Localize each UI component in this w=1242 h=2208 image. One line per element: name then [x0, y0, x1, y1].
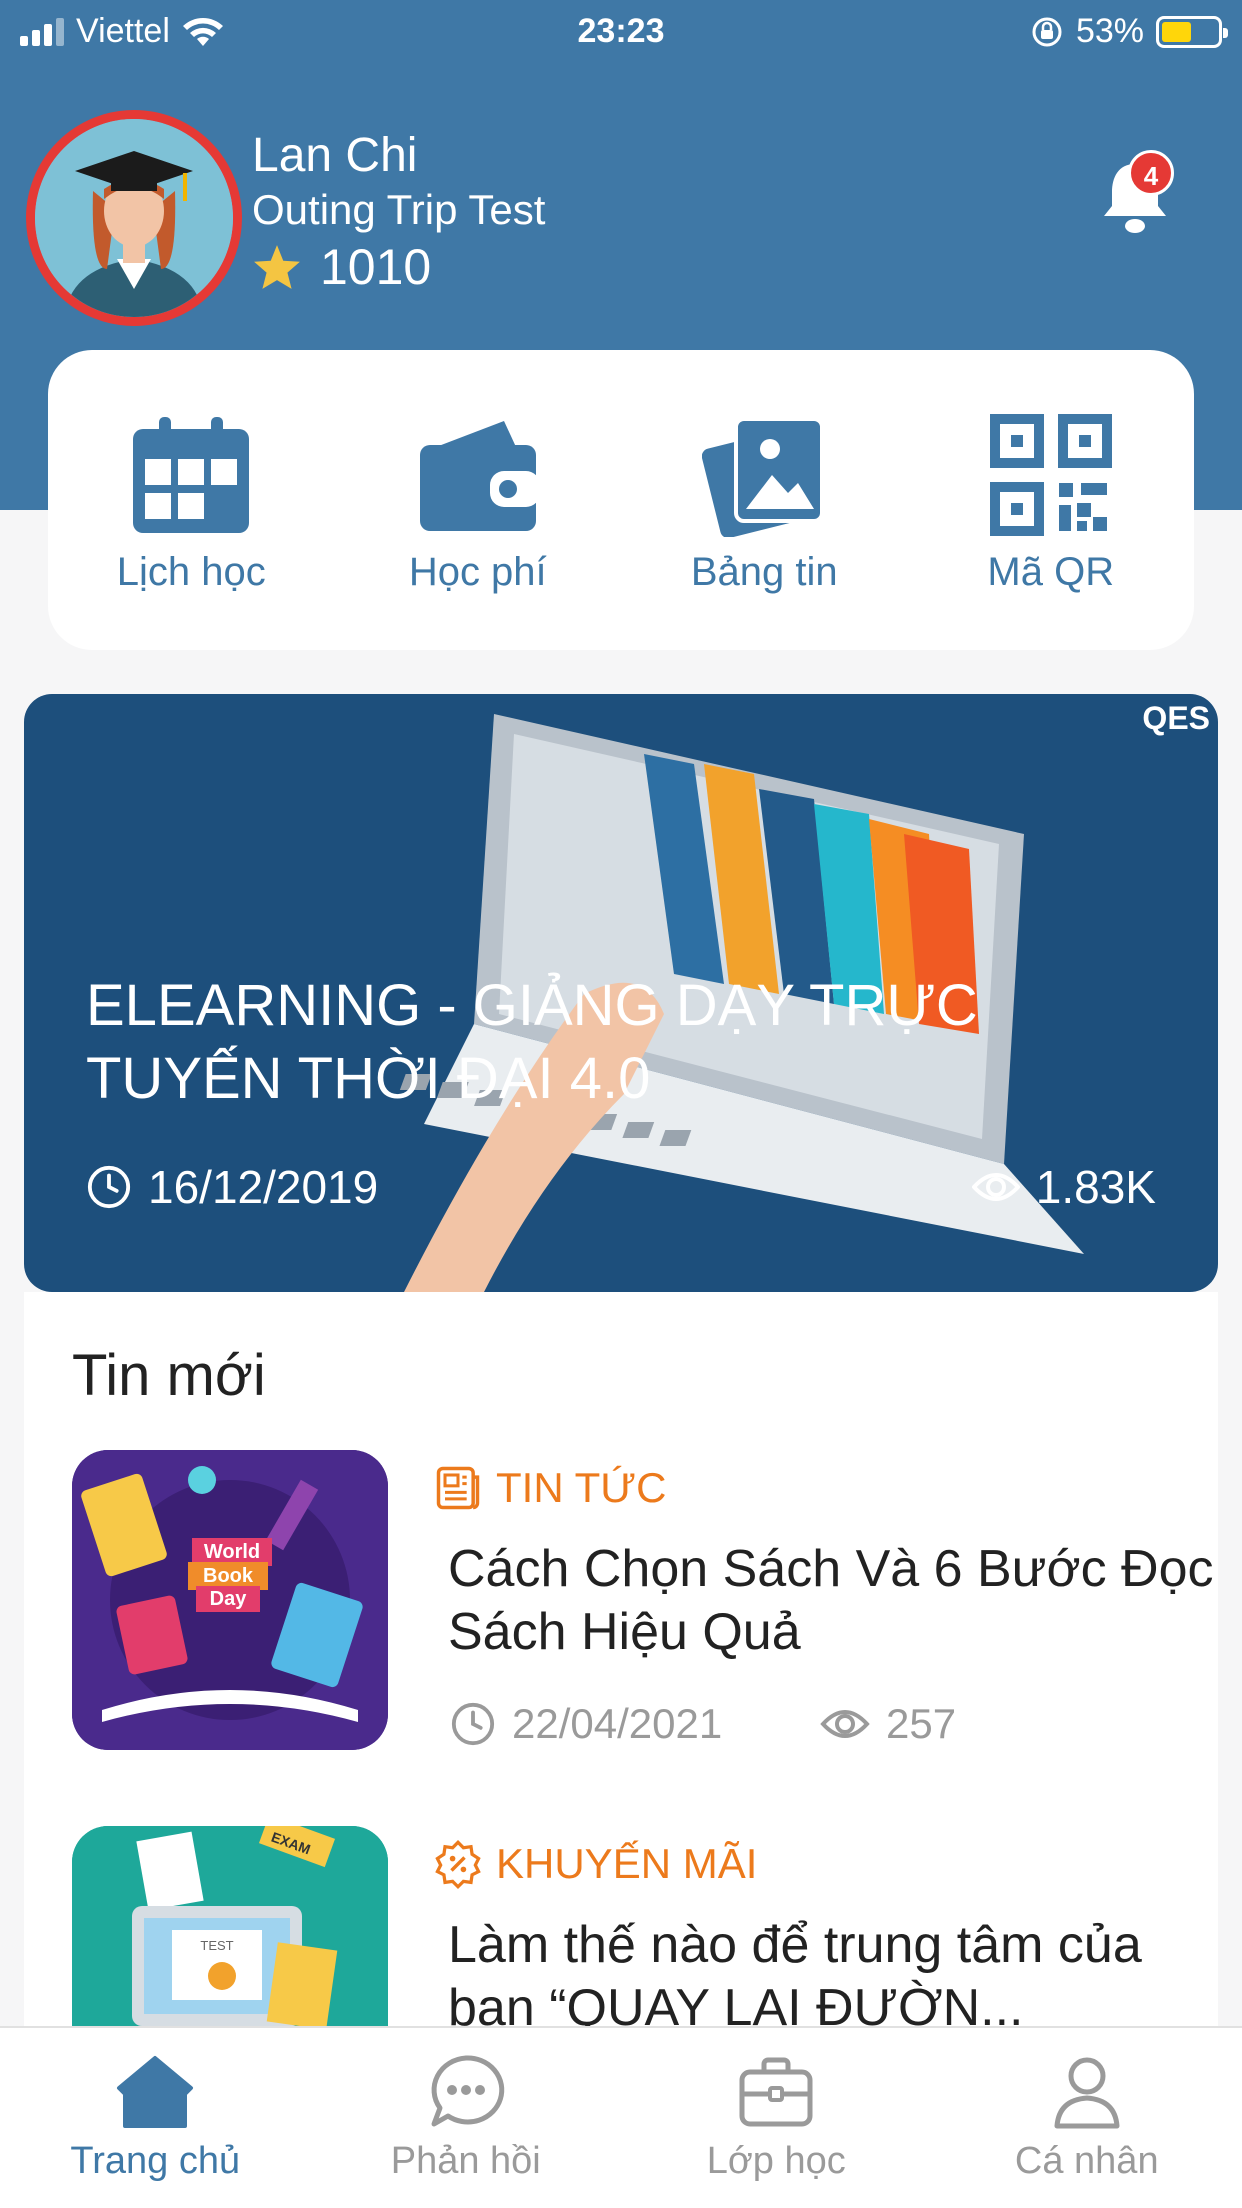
banner-title: ELEARNING - GIẢNG DẠY TRỰC TUYẾN THỜI ĐẠ… [86, 973, 978, 1111]
briefcase-icon [739, 2057, 813, 2127]
points-value: 1010 [320, 239, 432, 295]
quick-menu: Lịch học Học phí Bảng tin Mã QR [48, 350, 1194, 650]
chat-icon [431, 2055, 504, 2127]
battery-percent: 53% [1075, 12, 1144, 50]
news-category-2-label: KHUYẾN MÃI [496, 1840, 758, 1887]
banner-logo: QES [1142, 700, 1210, 736]
quick-item-qr[interactable]: Mã QR [908, 350, 1195, 650]
clock-icon [451, 1702, 495, 1746]
nav-item-feedback[interactable]: Phản hồi [311, 2028, 622, 2208]
nav-item-profile[interactable]: Cá nhân [932, 2028, 1242, 2208]
rotation-lock-icon [1032, 17, 1062, 46]
quick-item-schedule[interactable]: Lịch học [48, 350, 335, 650]
news-date-1: 22/04/2021 [450, 1700, 722, 1748]
thumb-text-test: TEST [200, 1938, 233, 1953]
news-title-1[interactable]: Cách Chọn Sách Và 6 Bước Đọc Sách Hiệu Q… [448, 1538, 1228, 1665]
news-title-2[interactable]: Làm thế nào để trung tâm của bạn “QUAY L… [448, 1914, 1228, 2041]
profile-name: Lan Chi [252, 129, 418, 182]
news-category-1-label: TIN TỨC [496, 1464, 667, 1511]
quick-label-newsboard: Bảng tin [690, 550, 838, 594]
notification-badge: 4 [1128, 150, 1174, 196]
news-views-1: 257 [820, 1700, 956, 1748]
quick-label-qr: Mã QR [987, 550, 1115, 594]
news-date-1-text: 22/04/2021 [512, 1700, 723, 1747]
status-bar: Viettel 23:23 53% [0, 0, 1242, 64]
quick-label-tuition: Học phí [408, 550, 547, 594]
news-category-2: KHUYẾN MÃI [432, 1838, 757, 1890]
gallery-icon [699, 410, 829, 540]
section-title-news: Tin mới [72, 1343, 266, 1408]
battery-icon [1156, 15, 1228, 48]
nav-label-home: Trang chủ [70, 2140, 241, 2182]
news-category-1: TIN TỨC [432, 1462, 666, 1514]
eye-icon [820, 1710, 870, 1738]
clock-icon [87, 1165, 131, 1209]
thumb-text-world: World [204, 1541, 260, 1563]
thumb-text-book: Book [203, 1565, 254, 1587]
news-thumbnail-book-day[interactable]: World Book Day [72, 1450, 388, 1750]
nav-label-profile: Cá nhân [1014, 2140, 1159, 2182]
wallet-icon [413, 410, 543, 540]
nav-label-classes: Lớp học [706, 2140, 846, 2182]
newspaper-icon [436, 1466, 480, 1510]
status-right: 53% [1030, 12, 1228, 51]
discount-badge-icon [435, 1840, 481, 1890]
nav-item-classes[interactable]: Lớp học [621, 2028, 932, 2208]
user-icon [1054, 2057, 1120, 2129]
banner-views: 1.83K [971, 1160, 1156, 1214]
home-icon [117, 2056, 194, 2128]
news-views-1-text: 257 [886, 1700, 957, 1747]
bottom-navigation: Trang chủ Phản hồi Lớp học Cá nhân [0, 2026, 1242, 2208]
profile-points: 1010 [252, 238, 431, 296]
quick-label-schedule: Lịch học [116, 550, 266, 594]
quick-item-newsboard[interactable]: Bảng tin [621, 350, 908, 650]
graduate-avatar-icon [35, 119, 233, 317]
calendar-icon [126, 410, 256, 540]
eye-icon [971, 1173, 1020, 1201]
qr-code-icon [986, 410, 1116, 540]
nav-label-feedback: Phản hồi [390, 2140, 541, 2182]
quick-item-tuition[interactable]: Học phí [335, 350, 622, 650]
world-book-day-illustration: World Book Day [72, 1450, 388, 1750]
thumb-text-day: Day [210, 1588, 248, 1610]
banner-date-text: 16/12/2019 [148, 1161, 379, 1213]
avatar[interactable] [26, 110, 242, 326]
featured-banner[interactable]: QES ELEARNING - GIẢNG DẠY TRỰC TUYẾN THỜ… [24, 694, 1218, 1292]
nav-item-home[interactable]: Trang chủ [0, 2028, 311, 2208]
banner-date: 16/12/2019 [86, 1160, 378, 1214]
profile-subtitle: Outing Trip Test [252, 186, 546, 233]
banner-views-text: 1.83K [1035, 1161, 1156, 1213]
star-icon [254, 245, 300, 289]
